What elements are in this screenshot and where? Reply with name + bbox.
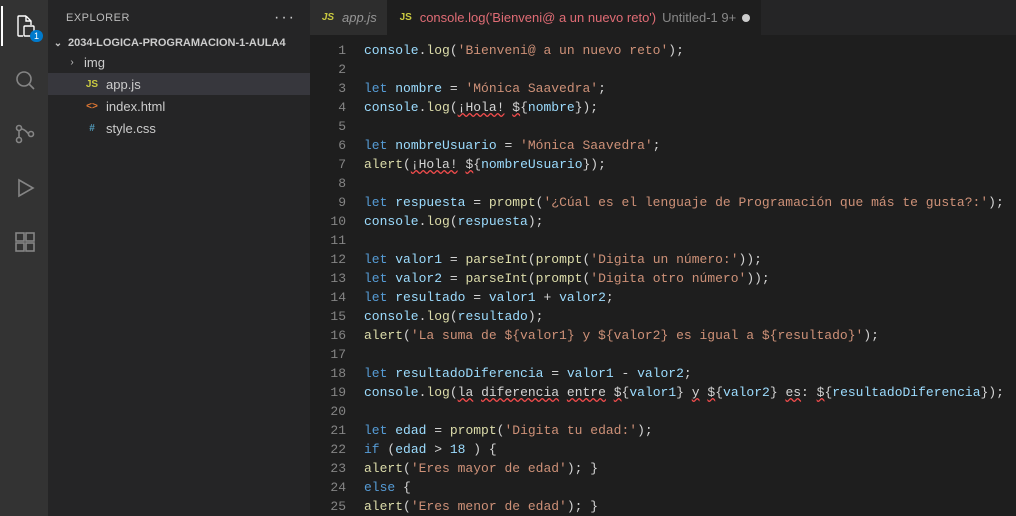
- chevron-down-icon: ⌄: [52, 38, 64, 49]
- code-editor[interactable]: 1234567891011121314151617181920212223242…: [310, 35, 1016, 516]
- file-style-css[interactable]: # style.css: [48, 117, 310, 139]
- chevron-right-icon: ›: [66, 57, 78, 68]
- folder-label: img: [84, 55, 105, 70]
- run-debug-icon[interactable]: [1, 168, 49, 208]
- line-gutter: 1234567891011121314151617181920212223242…: [310, 35, 360, 516]
- explorer-more-icon[interactable]: ···: [274, 9, 296, 27]
- css-icon: #: [84, 120, 100, 136]
- search-icon[interactable]: [1, 60, 49, 100]
- file-label: index.html: [106, 99, 165, 114]
- activity-badge: 1: [30, 30, 43, 42]
- explorer-icon[interactable]: 1: [1, 6, 49, 46]
- source-control-icon[interactable]: [1, 114, 49, 154]
- tab-label: console.log('Bienveni@ a un nuevo reto'): [420, 10, 656, 25]
- js-icon: JS: [84, 76, 100, 92]
- js-icon: JS: [398, 10, 414, 26]
- project-root[interactable]: ⌄ 2034-LOGICA-PROGRAMACION-1-AULA4: [48, 35, 310, 51]
- tab-suffix: Untitled-1 9+: [662, 10, 736, 25]
- unsaved-dot-icon: [742, 14, 750, 22]
- file-label: style.css: [106, 121, 156, 136]
- tab-untitled[interactable]: JS console.log('Bienveni@ a un nuevo ret…: [388, 0, 762, 35]
- html-icon: <>: [84, 98, 100, 114]
- code-content[interactable]: console.log('Bienveni@ a un nuevo reto')…: [360, 35, 1016, 516]
- explorer-sidebar: EXPLORER ··· ⌄ 2034-LOGICA-PROGRAMACION-…: [48, 0, 310, 516]
- activity-bar: 1: [0, 0, 48, 516]
- extensions-icon[interactable]: [1, 222, 49, 262]
- tab-label: app.js: [342, 10, 377, 25]
- editor-tabs: JS app.js JS console.log('Bienveni@ a un…: [310, 0, 1016, 35]
- file-app-js[interactable]: JS app.js: [48, 73, 310, 95]
- editor-group: JS app.js JS console.log('Bienveni@ a un…: [310, 0, 1016, 516]
- tab-app-js[interactable]: JS app.js: [310, 0, 388, 35]
- file-label: app.js: [106, 77, 141, 92]
- explorer-title: EXPLORER: [66, 12, 130, 24]
- folder-img[interactable]: › img: [48, 51, 310, 73]
- file-index-html[interactable]: <> index.html: [48, 95, 310, 117]
- js-icon: JS: [320, 10, 336, 26]
- project-name: 2034-LOGICA-PROGRAMACION-1-AULA4: [68, 37, 286, 49]
- explorer-header: EXPLORER ···: [48, 0, 310, 35]
- file-tree: › img JS app.js <> index.html # style.cs…: [48, 51, 310, 139]
